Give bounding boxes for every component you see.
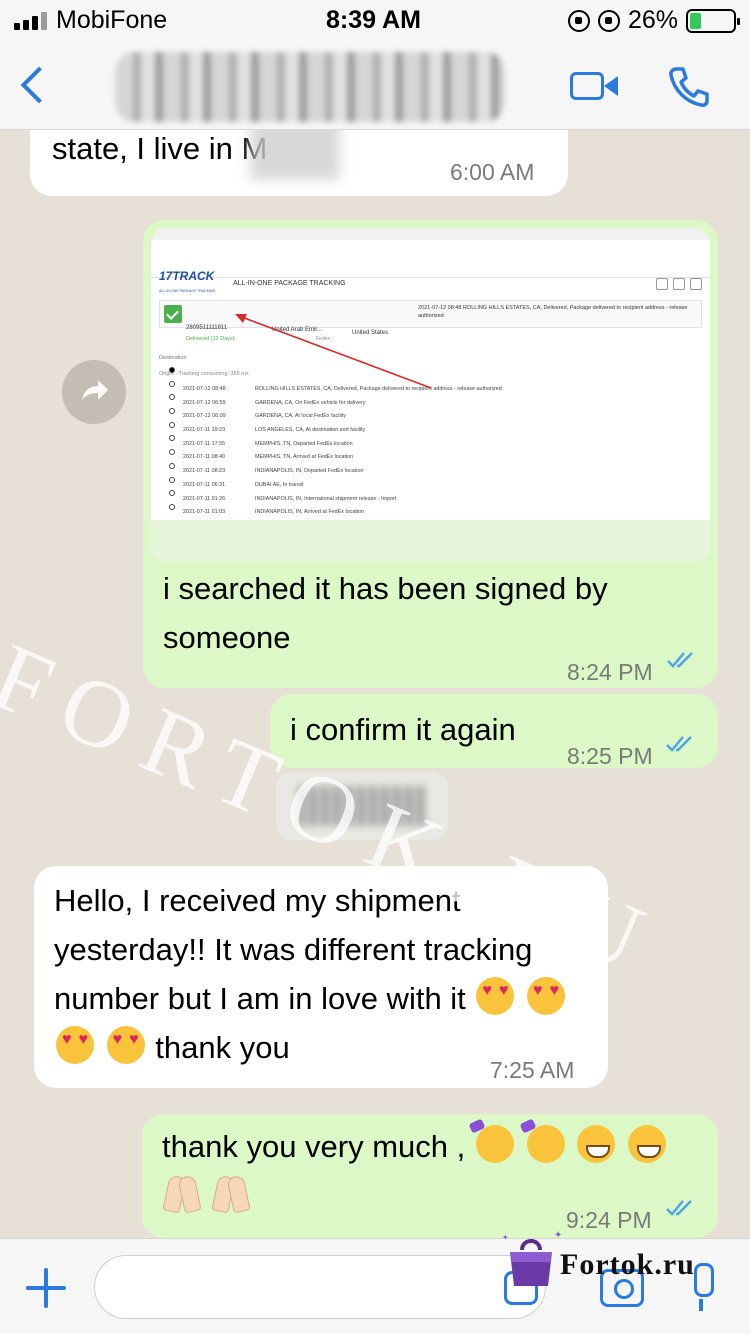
message-input[interactable]: [94, 1255, 546, 1319]
status-time: 8:39 AM: [326, 6, 421, 34]
read-receipt-icon: [667, 652, 693, 668]
video-camera-icon: [570, 72, 604, 100]
message-outgoing[interactable]: i confirm it again 8:25 PM: [270, 694, 718, 769]
message-body: thank you very much ,: [162, 1129, 466, 1164]
message-body-end: thank you: [155, 1030, 290, 1065]
phone-icon: [669, 67, 709, 107]
voice-call-button[interactable]: [666, 64, 712, 110]
redacted-date-badge: [276, 772, 448, 840]
heart-eyes-emoji-icon: [56, 1026, 94, 1064]
grinning-face-emoji-icon: [627, 1125, 666, 1163]
battery-charging-icon: [686, 8, 740, 33]
message-text: state, I live in M: [52, 131, 268, 166]
message-outgoing-image[interactable]: 应用Hot 2018 new lux...Tracking, Track Pa.…: [143, 220, 718, 688]
red-arrow-annotation: [235, 314, 432, 389]
svg-text:✦: ✦: [554, 1230, 562, 1241]
smiling-face-with-hearts-emoji-icon: [526, 1125, 565, 1163]
tracking-screenshot[interactable]: 应用Hot 2018 new lux...Tracking, Track Pa.…: [151, 228, 710, 562]
smiling-face-with-hearts-emoji-icon: [475, 1125, 514, 1163]
grinning-face-emoji-icon: [577, 1125, 616, 1163]
message-outgoing[interactable]: thank you very much , 9:24 PM: [142, 1114, 718, 1238]
back-button[interactable]: [14, 64, 54, 108]
message-text: i confirm it again: [290, 712, 516, 747]
carrier-name: MobiFone: [56, 6, 168, 34]
message-incoming[interactable]: Hello, I received my shipment yesterday!…: [34, 866, 608, 1088]
signal-icon: [14, 12, 47, 30]
message-time: 6:00 AM: [450, 159, 535, 185]
status-bar: MobiFone 8:39 AM 26%: [0, 0, 750, 42]
chat-header: [0, 42, 750, 130]
message-incoming[interactable]: state, I live in M 6:00 AM: [30, 130, 568, 196]
message-time: 7:25 AM: [490, 1057, 575, 1083]
lock-rotation-icon: [567, 9, 590, 32]
plus-icon[interactable]: [26, 1268, 66, 1308]
battery-percent: 26%: [627, 6, 678, 34]
redacted-text: [250, 130, 340, 180]
svg-text:✦: ✦: [502, 1233, 509, 1242]
message-text: Hello, I received my shipment yesterday!…: [54, 876, 602, 1072]
folded-hands-emoji-icon: [211, 1172, 251, 1212]
forward-button[interactable]: [62, 360, 126, 424]
message-time: 8:25 PM: [567, 743, 653, 769]
contact-name-redacted[interactable]: [115, 52, 505, 122]
forward-arrow-icon: [82, 380, 108, 400]
read-receipt-icon: [666, 1200, 692, 1216]
status-right: 26%: [567, 6, 740, 35]
video-call-button[interactable]: [568, 66, 620, 106]
heart-eyes-emoji-icon: [476, 977, 515, 1015]
heart-eyes-emoji-icon: [527, 977, 566, 1015]
brand-text: Fortok.ru: [560, 1248, 695, 1281]
brand-logo: ✦ ✦: [502, 1230, 562, 1286]
folded-hands-emoji-icon: [162, 1172, 202, 1212]
message-time: 8:24 PM: [567, 659, 653, 685]
read-receipt-icon: [666, 736, 692, 752]
alarm-icon: [597, 9, 620, 32]
message-body: Hello, I received my shipment yesterday!…: [54, 883, 533, 1016]
heart-eyes-emoji-icon: [106, 1026, 145, 1064]
chat-area[interactable]: state, I live in M 6:00 AM 应用Hot 2018 ne…: [0, 130, 750, 1238]
message-time: 9:24 PM: [566, 1207, 652, 1233]
